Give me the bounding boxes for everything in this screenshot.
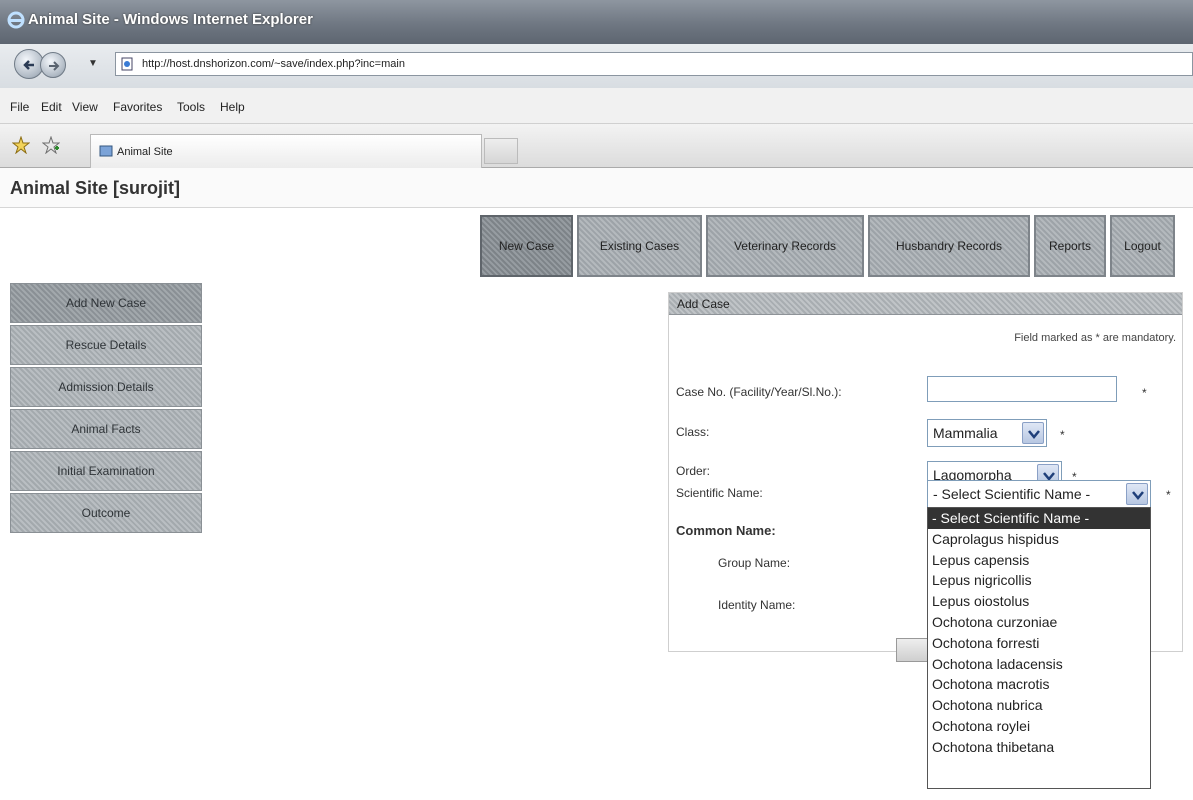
menu-edit[interactable]: Edit bbox=[41, 100, 62, 114]
menu-help[interactable]: Help bbox=[220, 100, 245, 114]
option-ochotona-ladacensis[interactable]: Ochotona ladacensis bbox=[928, 654, 1150, 675]
tab-label: Animal Site bbox=[117, 146, 173, 158]
nav-existing-cases[interactable]: Existing Cases bbox=[577, 215, 702, 277]
option-lepus-nigricollis[interactable]: Lepus nigricollis bbox=[928, 570, 1150, 591]
page-icon bbox=[121, 57, 133, 71]
scientific-name-label: Scientific Name: bbox=[676, 486, 763, 500]
address-toolbar: ▼ http://host.dnshorizon.com/~save/index… bbox=[0, 44, 1193, 88]
scientific-name-options: - Select Scientific Name - Caprolagus hi… bbox=[927, 507, 1151, 789]
sidebar-item-animal-facts[interactable]: Animal Facts bbox=[10, 409, 202, 449]
class-label: Class: bbox=[676, 425, 710, 439]
new-tab-button[interactable] bbox=[484, 138, 518, 164]
required-marker: * bbox=[1166, 488, 1171, 502]
menu-favorites[interactable]: Favorites bbox=[113, 100, 162, 114]
site-header: Animal Site [surojit] bbox=[0, 168, 1193, 208]
sidebar-item-rescue-details[interactable]: Rescue Details bbox=[10, 325, 202, 365]
url-text: http://host.dnshorizon.com/~save/index.p… bbox=[142, 58, 405, 70]
option-ochotona-roylei[interactable]: Ochotona roylei bbox=[928, 716, 1150, 737]
option-ochotona-nubrica[interactable]: Ochotona nubrica bbox=[928, 695, 1150, 716]
window-titlebar: Animal Site - Windows Internet Explorer bbox=[0, 0, 1193, 44]
option-select-scientific-name[interactable]: - Select Scientific Name - bbox=[928, 508, 1150, 529]
group-name-label: Group Name: bbox=[718, 556, 791, 570]
site-title: Animal Site [surojit] bbox=[10, 178, 181, 198]
sidebar-item-outcome[interactable]: Outcome bbox=[10, 493, 202, 533]
case-no-input[interactable] bbox=[927, 376, 1117, 402]
required-marker: * bbox=[1142, 386, 1147, 400]
side-navigation: Add New Case Rescue Details Admission De… bbox=[10, 283, 202, 535]
option-ochotona-macrotis[interactable]: Ochotona macrotis bbox=[928, 674, 1150, 695]
favorites-star-icon[interactable] bbox=[12, 136, 30, 154]
forward-button[interactable] bbox=[40, 52, 66, 78]
chevron-down-icon[interactable] bbox=[1126, 483, 1148, 505]
mandatory-note: Field marked as * are mandatory. bbox=[1014, 332, 1176, 344]
back-arrow-icon bbox=[23, 60, 34, 70]
site-page-icon bbox=[99, 145, 113, 157]
internet-explorer-icon bbox=[7, 11, 25, 29]
sidebar-item-admission-details[interactable]: Admission Details bbox=[10, 367, 202, 407]
order-label: Order: bbox=[676, 464, 711, 478]
menu-file[interactable]: File bbox=[10, 100, 29, 114]
option-lepus-oiostolus[interactable]: Lepus oiostolus bbox=[928, 591, 1150, 612]
class-value: Mammalia bbox=[933, 425, 998, 441]
chevron-down-icon[interactable] bbox=[1022, 422, 1044, 444]
panel-header: Add Case bbox=[669, 293, 1182, 315]
nav-logout[interactable]: Logout bbox=[1110, 215, 1175, 277]
required-marker: * bbox=[1060, 428, 1065, 442]
address-field[interactable]: http://host.dnshorizon.com/~save/index.p… bbox=[115, 52, 1193, 76]
common-name-label: Common Name: bbox=[676, 523, 776, 538]
menu-tools[interactable]: Tools bbox=[177, 100, 205, 114]
case-no-label: Case No. (Facility/Year/Sl.No.): bbox=[676, 385, 842, 399]
add-favorite-icon[interactable] bbox=[42, 136, 60, 154]
menu-bar: File Edit View Favorites Tools Help bbox=[0, 88, 1193, 124]
forward-arrow-icon bbox=[49, 61, 60, 71]
identity-name-label: Identity Name: bbox=[718, 598, 796, 612]
scientific-name-select[interactable]: - Select Scientific Name - bbox=[927, 480, 1151, 508]
nav-reports[interactable]: Reports bbox=[1034, 215, 1106, 277]
sidebar-item-initial-examination[interactable]: Initial Examination bbox=[10, 451, 202, 491]
option-ochotona-forresti[interactable]: Ochotona forresti bbox=[928, 633, 1150, 654]
panel-title: Add Case bbox=[677, 297, 730, 311]
nav-husbandry-records[interactable]: Husbandry Records bbox=[868, 215, 1030, 277]
sidebar-item-add-new-case[interactable]: Add New Case bbox=[10, 283, 202, 323]
option-lepus-capensis[interactable]: Lepus capensis bbox=[928, 550, 1150, 571]
menu-view[interactable]: View bbox=[72, 100, 98, 114]
window-title: Animal Site - Windows Internet Explorer bbox=[28, 11, 313, 28]
option-ochotona-curzoniae[interactable]: Ochotona curzoniae bbox=[928, 612, 1150, 633]
nav-veterinary-records[interactable]: Veterinary Records bbox=[706, 215, 864, 277]
option-ochotona-thibetana[interactable]: Ochotona thibetana bbox=[928, 737, 1150, 758]
tab-bar: Animal Site bbox=[0, 124, 1193, 168]
class-select[interactable]: Mammalia bbox=[927, 419, 1047, 447]
scientific-name-value: - Select Scientific Name - bbox=[933, 486, 1091, 502]
nav-new-case[interactable]: New Case bbox=[480, 215, 573, 277]
tab-animal-site[interactable]: Animal Site bbox=[90, 134, 482, 168]
option-caprolagus-hispidus[interactable]: Caprolagus hispidus bbox=[928, 529, 1150, 550]
history-dropdown-icon[interactable]: ▼ bbox=[88, 58, 98, 69]
